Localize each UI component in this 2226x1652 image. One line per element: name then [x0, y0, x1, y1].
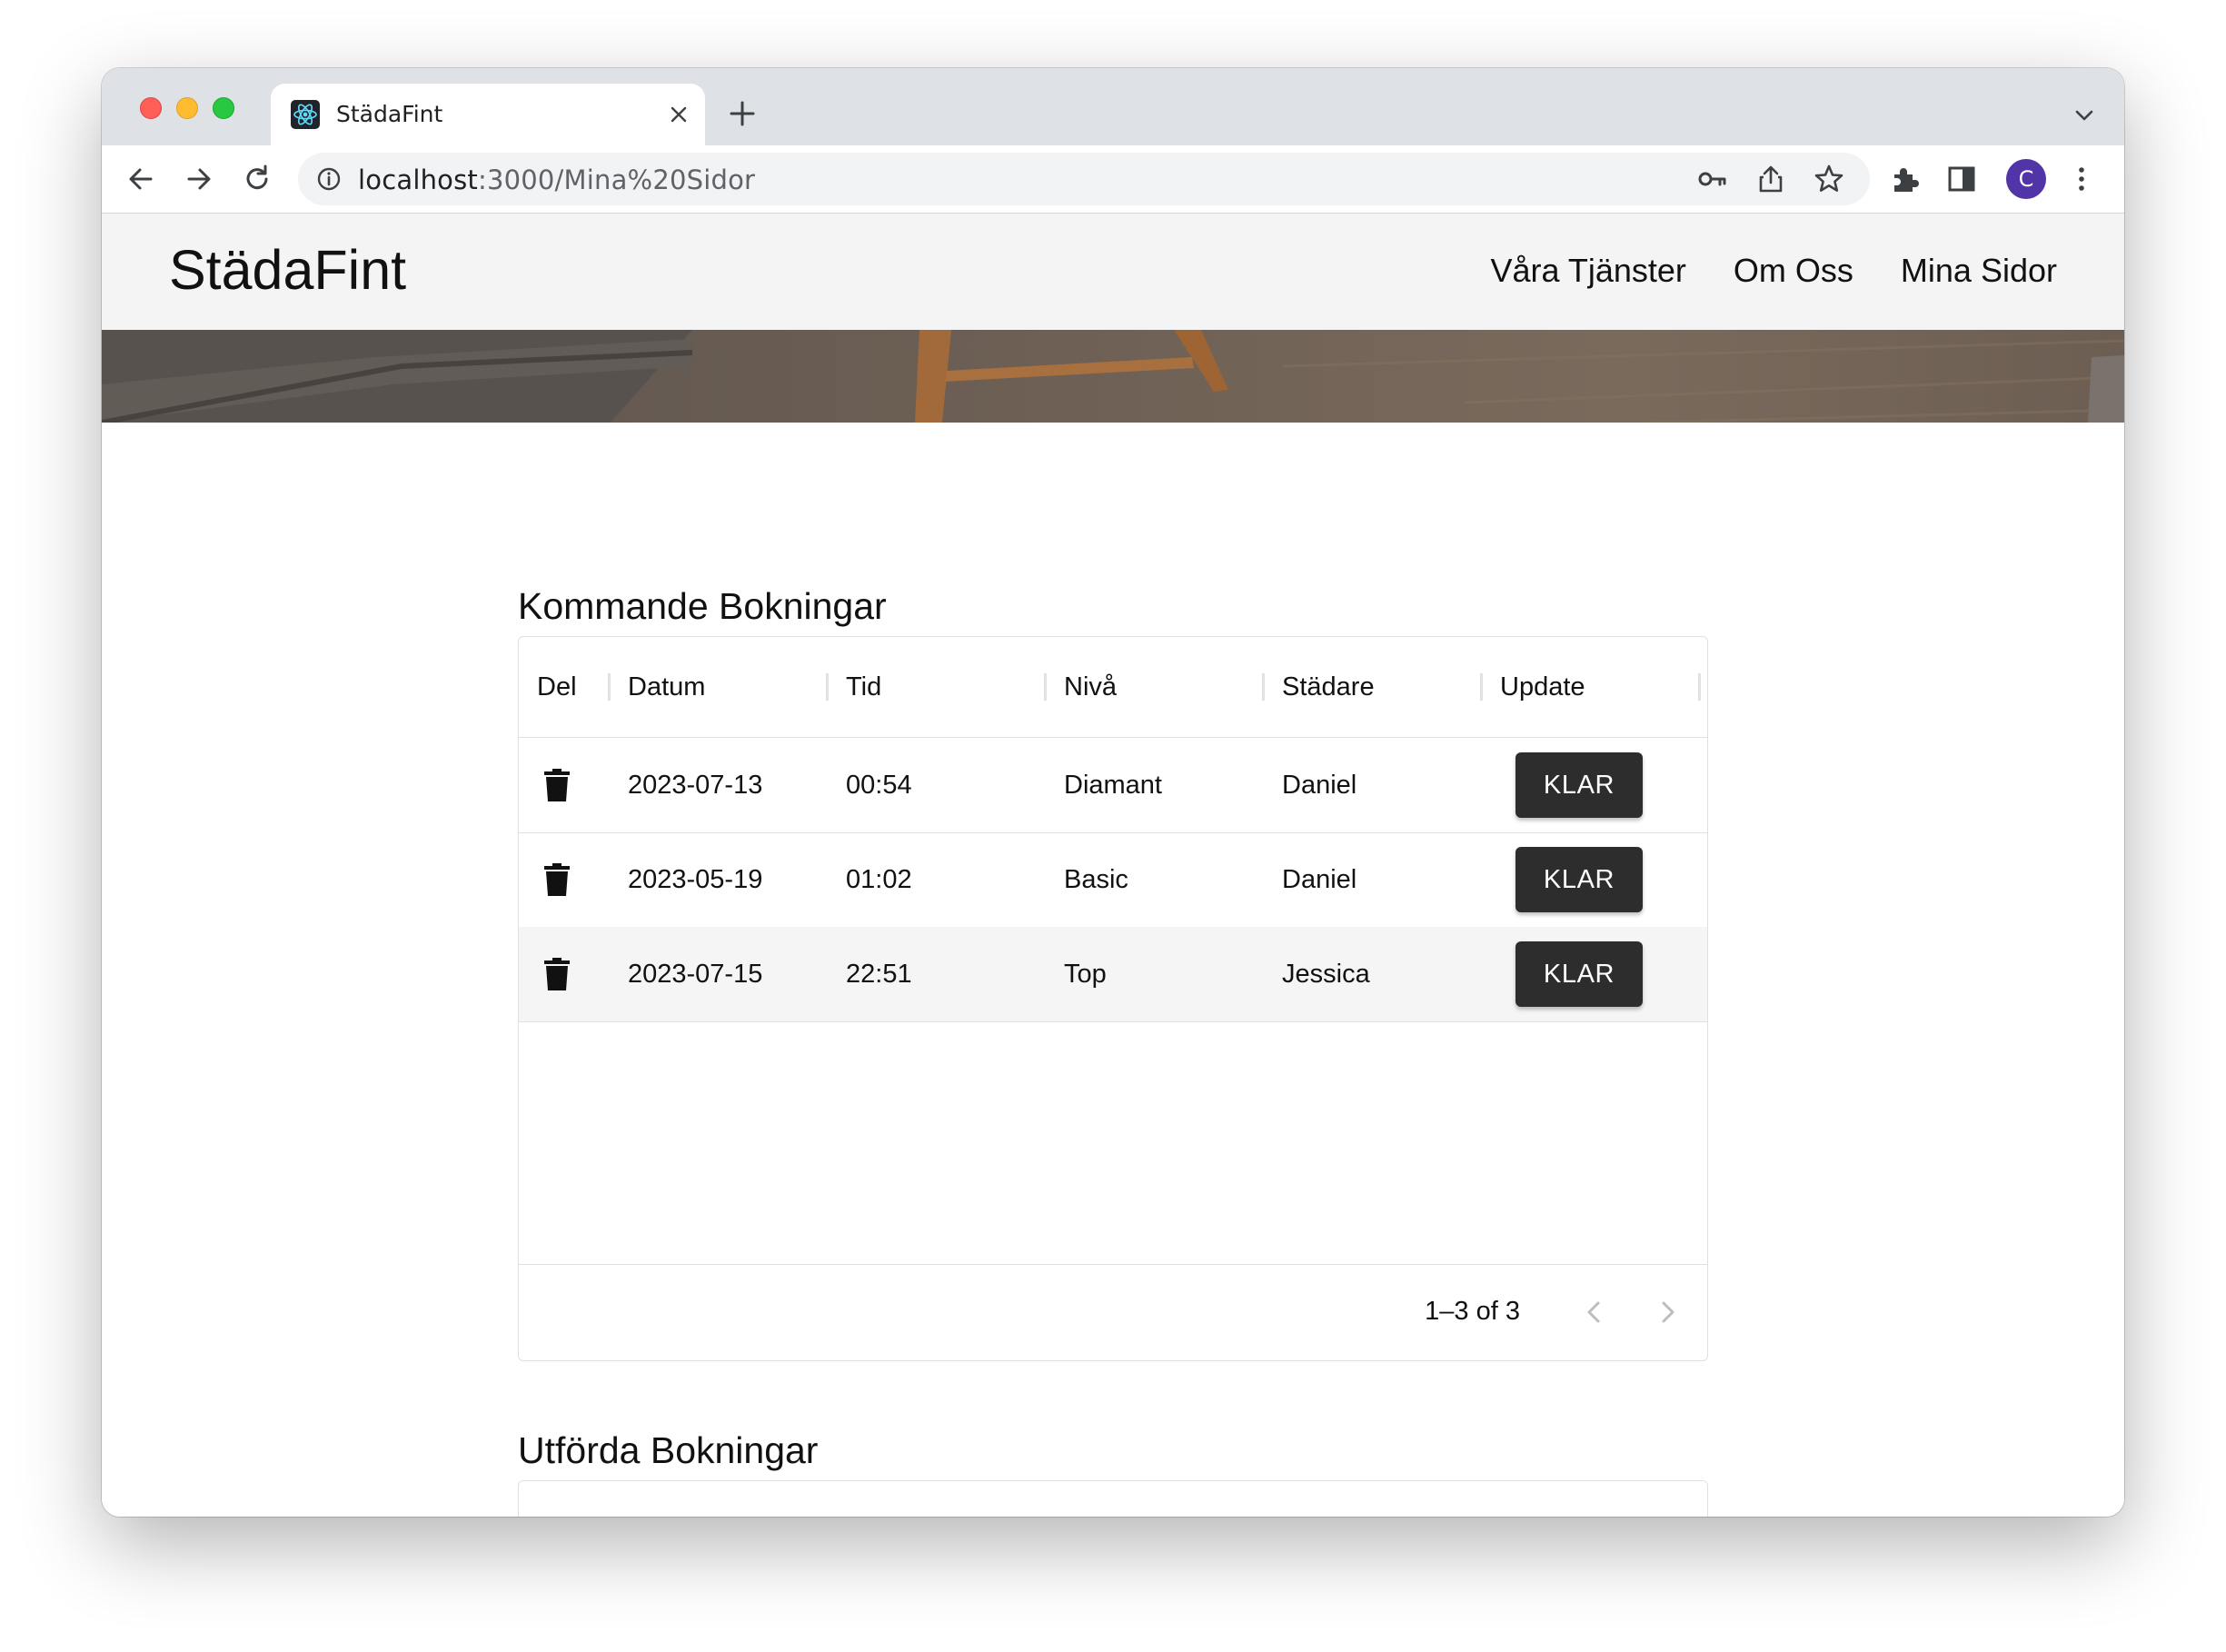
- hero-photo: [102, 330, 2124, 423]
- cell-stadare: Daniel: [1282, 864, 1357, 894]
- column-header-update[interactable]: Update: [1500, 637, 1585, 737]
- url-path: :3000/Mina%20Sidor: [477, 164, 756, 195]
- cell-niva: Diamant: [1064, 770, 1162, 800]
- profile-avatar[interactable]: C: [2006, 159, 2046, 199]
- more-menu-icon[interactable]: [2066, 164, 2097, 194]
- cell-datum: 2023-07-15: [628, 959, 763, 989]
- share-icon[interactable]: [1755, 164, 1786, 194]
- table-footer: 1–3 of 3: [519, 1264, 1707, 1360]
- column-header-niva[interactable]: Nivå: [1064, 1481, 1117, 1518]
- extensions-icon[interactable]: [1890, 164, 1921, 194]
- info-icon[interactable]: [316, 166, 342, 192]
- column-header-niva[interactable]: Nivå: [1064, 637, 1117, 737]
- site-navbar: StädaFint Våra Tjänster Om Oss Mina Sido…: [102, 214, 2124, 330]
- chevron-right-icon[interactable]: [1649, 1294, 1685, 1330]
- completed-bookings-title: Utförda Bokningar: [518, 1429, 819, 1471]
- trash-icon[interactable]: [544, 769, 570, 801]
- page-content: StädaFint Våra Tjänster Om Oss Mina Sido…: [102, 214, 2124, 1517]
- forward-arrow-icon[interactable]: [184, 164, 214, 194]
- reload-icon[interactable]: [242, 164, 273, 194]
- nav-link-mina-sidor[interactable]: Mina Sidor: [1901, 252, 2057, 290]
- cell-datum: 2023-05-19: [628, 864, 763, 894]
- url-host: localhost: [358, 164, 478, 195]
- completed-bookings-table: Datum Tid Nivå Städare: [518, 1480, 1708, 1517]
- cell-stadare: Daniel: [1282, 770, 1357, 800]
- klar-button[interactable]: KLAR: [1515, 752, 1643, 818]
- bookmark-star-icon[interactable]: [1814, 164, 1844, 194]
- browser-tab[interactable]: StädaFint: [271, 84, 705, 145]
- table-row[interactable]: 2023-07-13 00:54 Diamant Daniel KLAR: [519, 738, 1707, 833]
- column-separator[interactable]: [608, 673, 611, 701]
- trash-icon[interactable]: [544, 863, 570, 896]
- url-text: localhost:3000/Mina%20Sidor: [358, 165, 755, 194]
- column-header-stadare[interactable]: Städare: [1282, 637, 1375, 737]
- chevron-down-icon[interactable]: [2073, 104, 2095, 126]
- new-tab-icon[interactable]: [729, 100, 756, 127]
- nav-links: Våra Tjänster Om Oss Mina Sidor: [1490, 252, 2057, 290]
- klar-button[interactable]: KLAR: [1515, 847, 1643, 912]
- table-header: Del Datum Tid Nivå Städare Update: [519, 637, 1707, 738]
- close-tab-icon[interactable]: [669, 104, 689, 124]
- cell-tid: 01:02: [846, 864, 912, 894]
- column-separator[interactable]: [1480, 673, 1483, 701]
- react-logo-icon: [291, 100, 320, 129]
- tab-strip: StädaFint: [102, 68, 2124, 145]
- table-row[interactable]: 2023-07-15 22:51 Top Jessica KLAR: [519, 927, 1707, 1022]
- chevron-left-icon[interactable]: [1576, 1294, 1613, 1330]
- nav-link-tjanster[interactable]: Våra Tjänster: [1490, 252, 1685, 290]
- klar-button[interactable]: KLAR: [1515, 941, 1643, 1007]
- cell-tid: 00:54: [846, 770, 912, 800]
- maximize-window-button[interactable]: [213, 97, 234, 119]
- cell-tid: 22:51: [846, 959, 912, 989]
- cell-niva: Top: [1064, 959, 1107, 989]
- column-header-tid[interactable]: Tid: [846, 637, 881, 737]
- column-header-datum[interactable]: Datum: [628, 1481, 705, 1518]
- address-bar[interactable]: localhost:3000/Mina%20Sidor: [298, 153, 1870, 205]
- hero-image: [102, 330, 2124, 423]
- cell-stadare: Jessica: [1282, 959, 1370, 989]
- column-header-stadare[interactable]: Städare: [1282, 1481, 1375, 1518]
- browser-window: StädaFint localhost:3000/Mina%20Sidor C …: [102, 68, 2124, 1517]
- key-icon[interactable]: [1697, 164, 1728, 194]
- column-header-datum[interactable]: Datum: [628, 637, 705, 737]
- nav-link-om-oss[interactable]: Om Oss: [1734, 252, 1853, 290]
- upcoming-bookings-title: Kommande Bokningar: [518, 585, 887, 627]
- table-row[interactable]: 2023-05-19 01:02 Basic Daniel KLAR: [519, 832, 1707, 928]
- upcoming-bookings-table: Del Datum Tid Nivå Städare Update 2023-0…: [518, 636, 1708, 1361]
- minimize-window-button[interactable]: [176, 97, 198, 119]
- column-separator[interactable]: [826, 673, 829, 701]
- tab-title: StädaFint: [336, 101, 443, 127]
- site-logo[interactable]: StädaFint: [169, 237, 406, 303]
- close-window-button[interactable]: [140, 97, 162, 119]
- column-separator[interactable]: [1262, 673, 1265, 701]
- table-header: Datum Tid Nivå Städare: [519, 1481, 1707, 1518]
- trash-icon[interactable]: [544, 958, 570, 990]
- side-panel-icon[interactable]: [1946, 164, 1977, 194]
- column-header-tid[interactable]: Tid: [846, 1481, 881, 1518]
- back-arrow-icon[interactable]: [125, 164, 156, 194]
- browser-toolbar: localhost:3000/Mina%20Sidor C: [102, 145, 2124, 214]
- column-separator[interactable]: [1044, 673, 1047, 701]
- pagination-label: 1–3 of 3: [1425, 1297, 1520, 1326]
- cell-niva: Basic: [1064, 864, 1128, 894]
- cell-datum: 2023-07-13: [628, 770, 763, 800]
- column-separator[interactable]: [1698, 673, 1701, 701]
- column-header-del[interactable]: Del: [537, 637, 577, 737]
